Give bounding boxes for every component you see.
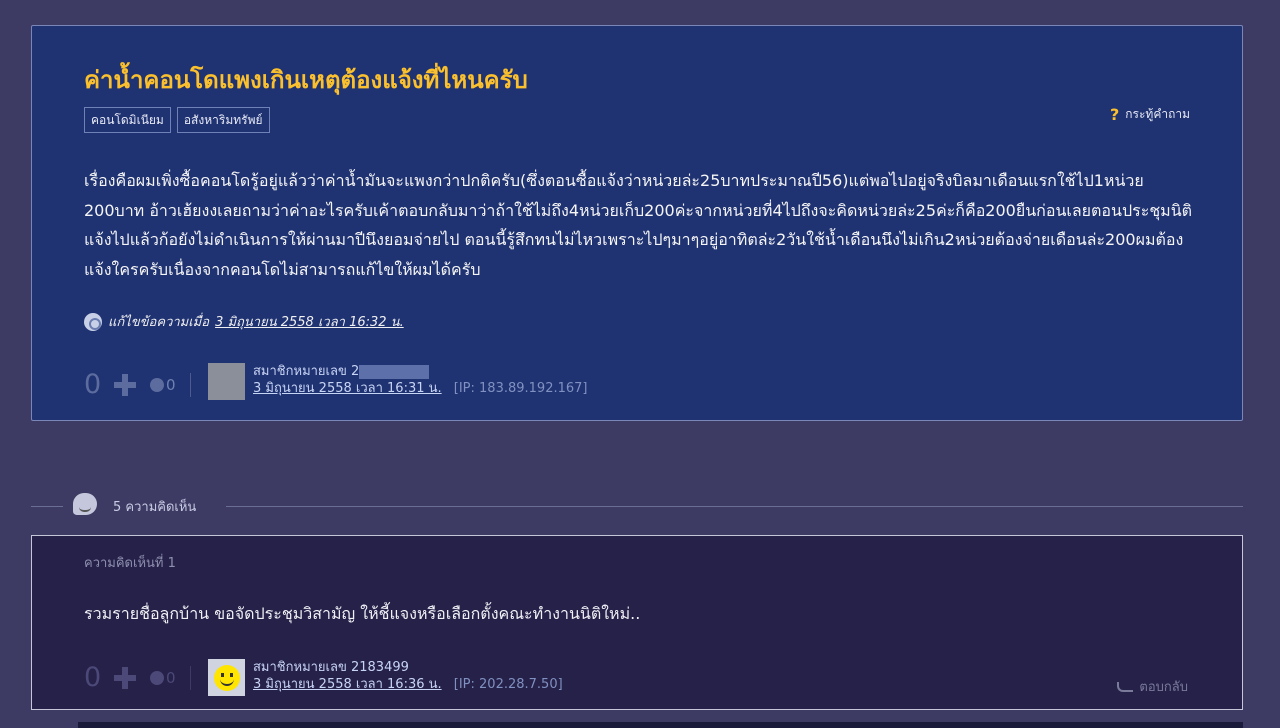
author-name-link[interactable]: สมาชิกหมายเลข 2 — [253, 364, 359, 379]
vote-count: 0 — [84, 662, 102, 693]
blurred-member-id — [359, 364, 430, 379]
comment-body: รวมรายชื่อลูกบ้าน ขอจัดประชุมวิสามัญ ให้… — [84, 604, 641, 623]
reply-arrow-icon — [1117, 681, 1134, 692]
reply-button[interactable]: ตอบกลับ — [1117, 676, 1188, 697]
emotion-icon — [150, 377, 164, 392]
tag-condominium[interactable]: คอนโดมิเนียม — [84, 107, 171, 133]
reply-label: ตอบกลับ — [1139, 680, 1188, 695]
topic-author: สมาชิกหมายเลข 2 3 มิถุนายน 2558 เวลา 16:… — [208, 363, 588, 400]
author-ip: [IP: 202.28.7.50] — [453, 677, 563, 692]
emotion-count: 0 — [166, 668, 176, 687]
question-badge-label: กระทู้คำถาม — [1125, 107, 1190, 121]
comments-divider: 5 ความคิดเห็น — [31, 490, 1243, 522]
topic-tags: คอนโดมิเนียม อสังหาริมทรัพย์ — [84, 107, 270, 133]
plus-vote-button[interactable] — [114, 373, 136, 396]
topic-title: ค่าน้ำคอนโดแพงเกินเหตุต้องแจ้งที่ไหนครับ — [84, 66, 528, 94]
edit-icon — [84, 312, 102, 331]
smiley-avatar-icon — [213, 664, 240, 691]
divider-line-left — [31, 506, 63, 507]
edit-note: แก้ไขข้อความเมื่อ 3 มิถุนายน 2558 เวลา 1… — [84, 311, 404, 332]
comment-date-link[interactable]: 3 มิถุนายน 2558 เวลา 16:36 น. — [253, 677, 442, 692]
emotion-button[interactable]: 0 — [150, 669, 176, 687]
comment-bubble-icon — [73, 493, 97, 515]
topic-card: ค่าน้ำคอนโดแพงเกินเหตุต้องแจ้งที่ไหนครับ… — [31, 25, 1243, 421]
comment-author: สมาชิกหมายเลข 2183499 3 มิถุนายน 2558 เว… — [208, 659, 563, 696]
comment-card: ความคิดเห็นที่ 1 รวมรายชื่อลูกบ้าน ขอจัด… — [31, 535, 1243, 710]
next-comment-edge — [78, 722, 1243, 728]
author-ip: [IP: 183.89.192.167] — [453, 381, 588, 396]
post-date-link[interactable]: 3 มิถุนายน 2558 เวลา 16:31 น. — [253, 381, 442, 396]
avatar[interactable] — [208, 659, 245, 696]
divider — [189, 372, 191, 397]
avatar[interactable] — [208, 363, 245, 400]
emotion-icon — [150, 670, 164, 685]
plus-vote-button[interactable] — [114, 666, 136, 689]
edit-prefix: แก้ไขข้อความเมื่อ — [108, 315, 210, 330]
question-mark-icon: ? — [1109, 105, 1120, 124]
vote-count: 0 — [84, 369, 102, 400]
comment-vote-row: 0 0 — [84, 662, 191, 693]
tag-real-estate[interactable]: อสังหาริมทรัพย์ — [176, 107, 270, 133]
topic-vote-row: 0 0 — [84, 369, 191, 400]
comment-count-label: 5 ความคิดเห็น — [113, 500, 197, 515]
topic-body: เรื่องคือผมเพิ่งซื้อคอนโดรู้อยู่แล้วว่าค… — [84, 171, 1193, 279]
emotion-count: 0 — [166, 375, 176, 394]
divider-line-right — [226, 506, 1243, 507]
edit-date-link[interactable]: 3 มิถุนายน 2558 เวลา 16:32 น. — [215, 311, 404, 332]
author-name-link[interactable]: สมาชิกหมายเลข 2183499 — [253, 660, 409, 675]
comment-number: ความคิดเห็นที่ 1 — [84, 556, 176, 571]
divider — [189, 665, 191, 690]
emotion-button[interactable]: 0 — [150, 376, 176, 394]
question-topic-badge: ? กระทู้คำถาม — [1110, 105, 1190, 124]
